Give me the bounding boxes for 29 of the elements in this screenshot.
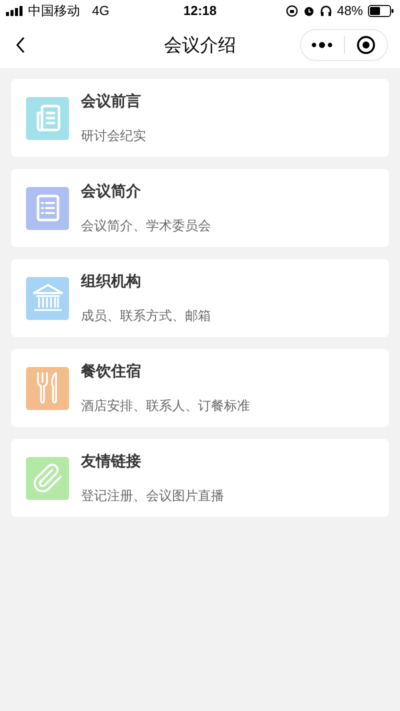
- menu-card[interactable]: 组织机构 成员、联系方式、邮箱: [11, 259, 389, 337]
- network-type: 4G: [92, 2, 110, 20]
- card-title: 餐饮住宿: [81, 362, 142, 382]
- lock-rotation-icon: [286, 5, 298, 17]
- carrier-name: 中国移动: [28, 2, 80, 20]
- card-title: 组织机构: [81, 272, 142, 292]
- card-title: 友情链接: [81, 452, 142, 472]
- battery-percent: 48%: [336, 2, 363, 20]
- card-subtitle: 登记注册、会议图片直播: [81, 486, 224, 504]
- target-icon: [356, 35, 376, 55]
- card-subtitle: 会议简介、学术委员会: [81, 216, 211, 234]
- card-title: 会议前言: [81, 92, 142, 112]
- card-subtitle: 成员、联系方式、邮箱: [81, 306, 211, 324]
- menu-card[interactable]: 会议简介 会议简介、学术委员会: [11, 169, 389, 247]
- card-subtitle: 酒店安排、联系人、订餐标准: [81, 396, 250, 414]
- signal-icon: [6, 6, 24, 16]
- card-subtitle: 研讨会纪实: [81, 126, 146, 144]
- battery-icon: [368, 5, 394, 17]
- menu-card[interactable]: 餐饮住宿 酒店安排、联系人、订餐标准: [11, 349, 389, 427]
- card-title: 会议简介: [81, 182, 142, 202]
- more-icon: [311, 41, 334, 49]
- building-icon: [30, 283, 64, 313]
- menu-card[interactable]: 会议前言 研讨会纪实: [11, 79, 389, 157]
- menu-card[interactable]: 友情链接 登记注册、会议图片直播: [11, 439, 389, 517]
- page-title: 会议介绍: [164, 34, 236, 56]
- headphones-icon: [320, 5, 332, 17]
- paperclip-icon: [32, 462, 64, 494]
- status-time: 12:18: [183, 2, 217, 20]
- alarm-icon: [302, 5, 315, 17]
